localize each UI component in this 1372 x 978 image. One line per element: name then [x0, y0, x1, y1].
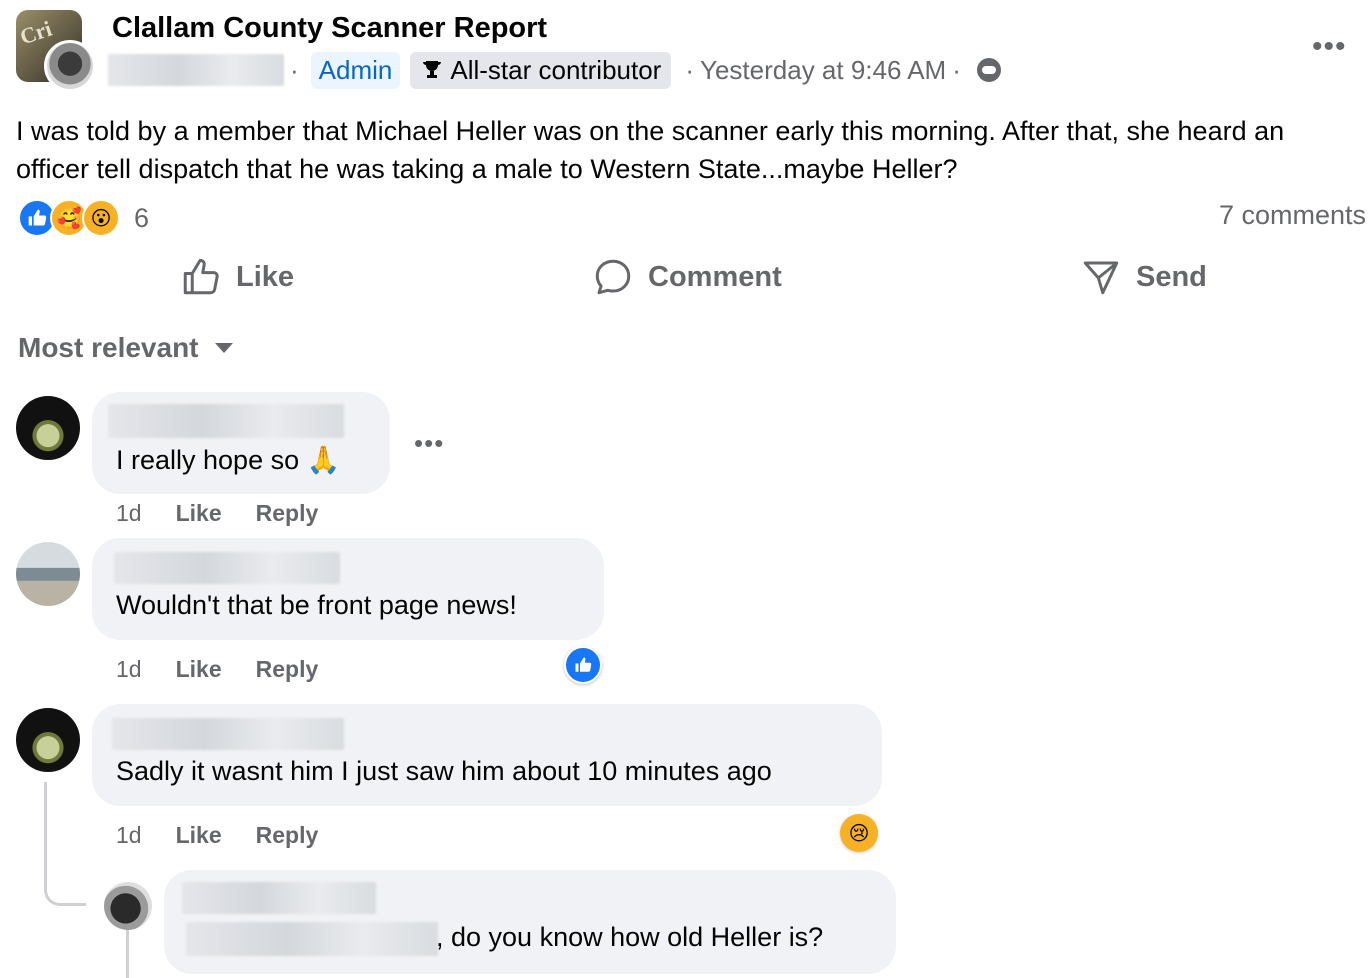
comment-bubble: I really hope so 🙏: [92, 392, 390, 494]
comment-text: Sadly it wasnt him I just saw him about …: [116, 756, 772, 786]
like-button[interactable]: Like: [180, 256, 294, 298]
group-name[interactable]: Clallam County Scanner Report: [112, 12, 547, 45]
comment-button[interactable]: Comment: [592, 256, 782, 298]
separator-dot: ·: [685, 54, 695, 85]
comment-text: Wouldn't that be front page news!: [116, 590, 517, 620]
reaction-count: 6: [134, 202, 150, 233]
privacy-icon[interactable]: [976, 58, 1001, 82]
comment-like-button[interactable]: Like: [176, 656, 222, 683]
chevron-down-icon: [214, 343, 233, 353]
contributor-badge-label: All-star contributor: [450, 54, 662, 85]
comment-sort-dropdown[interactable]: Most relevant: [18, 332, 233, 364]
thumbs-up-icon: [183, 258, 219, 295]
comment-time[interactable]: 1d: [116, 822, 142, 849]
replier-avatar[interactable]: [104, 882, 152, 930]
post-more-icon[interactable]: •••: [1312, 30, 1347, 64]
reply-thread-line: [126, 930, 129, 978]
commenter-name-redacted[interactable]: [108, 404, 344, 438]
contributor-badge[interactable]: All-star contributor: [410, 51, 672, 89]
replier-name-redacted[interactable]: [182, 882, 376, 914]
post-timestamp[interactable]: Yesterday at 9:46 AM: [700, 55, 946, 86]
send-label: Send: [1136, 260, 1207, 293]
commenter-name-redacted[interactable]: [114, 552, 340, 584]
comment-reaction-like-icon[interactable]: [564, 646, 602, 684]
mention-redacted[interactable]: [186, 922, 438, 956]
post-body: I was told by a member that Michael Hell…: [16, 116, 1285, 184]
commenter-avatar[interactable]: [16, 396, 80, 460]
action-bar: Like Comment Send: [0, 256, 1372, 306]
separator-dot: ·: [952, 54, 961, 85]
comment-reply-button[interactable]: Reply: [256, 656, 319, 683]
comments-count[interactable]: 7 comments: [1219, 200, 1366, 231]
sort-label: Most relevant: [18, 332, 199, 363]
poster-name-redacted[interactable]: [108, 54, 284, 86]
wow-icon: 😮: [82, 199, 120, 237]
separator-dot: ·: [290, 54, 299, 85]
send-icon: [1083, 261, 1119, 295]
commenter-avatar[interactable]: [16, 708, 80, 772]
comment-like-button[interactable]: Like: [176, 500, 222, 527]
poster-avatar[interactable]: [44, 40, 96, 92]
comment-like-button[interactable]: Like: [176, 822, 222, 849]
comment-meta: 1d Like Reply: [116, 822, 318, 849]
like-label: Like: [236, 260, 295, 293]
commenter-avatar[interactable]: [16, 542, 80, 606]
reply-text: , do you know how old Heller is?: [436, 922, 824, 952]
send-button[interactable]: Send: [1080, 256, 1207, 298]
group-avatar-stamp: Cri: [16, 15, 55, 50]
comment-more-icon[interactable]: •••: [414, 428, 444, 459]
comment-time[interactable]: 1d: [116, 500, 142, 527]
post-meta: · Admin All-star contributor · Yesterday…: [108, 50, 1001, 90]
reply-thread-line: [44, 782, 86, 906]
trophy-icon: [423, 61, 442, 78]
comment-meta: 1d Like Reply: [116, 500, 318, 527]
comment-reaction-sad-icon[interactable]: 😢: [840, 814, 878, 852]
comment-icon: [595, 259, 631, 295]
comment-meta: 1d Like Reply: [116, 656, 318, 683]
comment-bubble: Wouldn't that be front page news!: [92, 538, 604, 640]
comment-time[interactable]: 1d: [116, 656, 142, 683]
comment-label: Comment: [648, 260, 782, 293]
reaction-summary[interactable]: 🥰 😮 6: [18, 198, 149, 238]
commenter-name-redacted[interactable]: [112, 718, 344, 750]
comment-text: I really hope so 🙏: [116, 445, 341, 475]
comment-bubble: Sadly it wasnt him I just saw him about …: [92, 704, 882, 806]
admin-badge[interactable]: Admin: [310, 51, 401, 89]
comment-reply-button[interactable]: Reply: [256, 822, 319, 849]
reply-bubble: , do you know how old Heller is?: [164, 870, 896, 974]
comment-reply-button[interactable]: Reply: [256, 500, 319, 527]
